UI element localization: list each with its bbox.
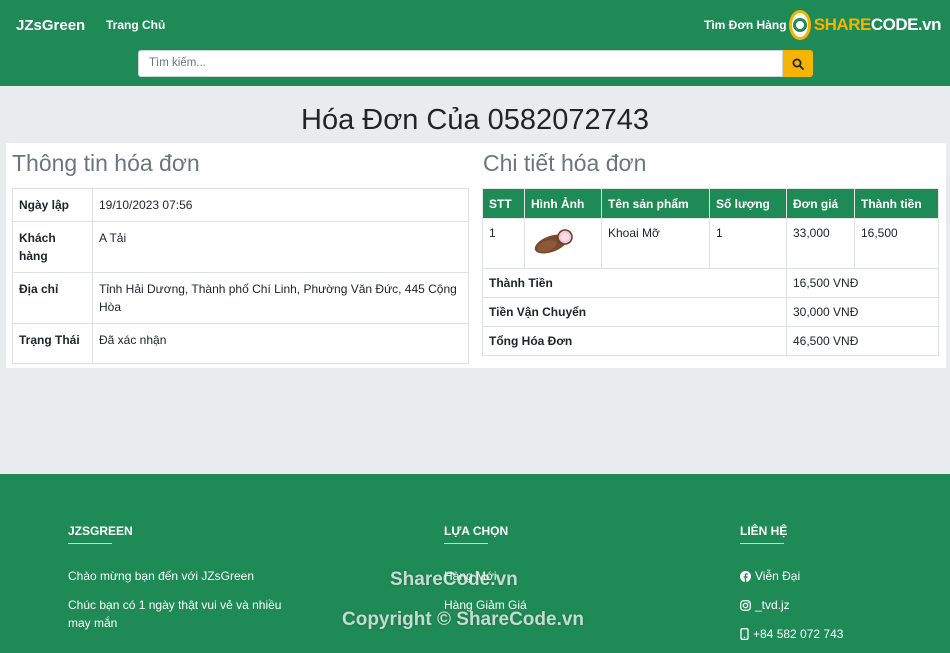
summary-value: 46,500 VNĐ [786, 326, 939, 356]
mobile-phone-icon [740, 628, 749, 640]
sharecode-logo-text: SHARECODE.vn [813, 15, 942, 34]
instagram-icon [740, 600, 751, 611]
summary-row-shipping: Tiền Vận Chuyển 30,000 VNĐ [482, 297, 939, 327]
search-button[interactable] [783, 50, 813, 77]
item-price: 33,000 [786, 218, 855, 269]
invoice-info-table: Ngày lập 19/10/2023 07:56 Khách hàng A T… [12, 188, 469, 364]
info-value: A Tải [92, 221, 469, 273]
item-name: Khoai Mỡ [601, 218, 710, 269]
item-image-cell [524, 218, 602, 269]
summary-label: Thành Tiền [482, 268, 787, 298]
info-row-status: Trạng Thái Đã xác nhận [12, 323, 469, 364]
info-label: Ngày lập [12, 188, 93, 222]
info-row-customer: Khách hàng A Tải [12, 221, 469, 273]
summary-value: 16,500 VNĐ [786, 268, 939, 298]
footer-divider [444, 543, 488, 544]
invoice-info-title: Thông tin hóa đơn [12, 150, 200, 176]
summary-row-subtotal: Thành Tiền 16,500 VNĐ [482, 268, 939, 298]
footer-wish-text: Chúc bạn có 1 ngày thật vui vẻ và nhiều … [68, 598, 282, 630]
facebook-icon [740, 571, 751, 582]
footer-divider [68, 543, 112, 544]
top-navbar: JZsGreen Trang Chủ Tìm Đơn Hàng SHARECOD… [0, 0, 950, 86]
summary-value: 30,000 VNĐ [786, 297, 939, 327]
col-header-name: Tên sản phẩm [601, 188, 710, 219]
summary-label: Tiền Vận Chuyển [482, 297, 787, 327]
invoice-detail-table: STT Hình Ảnh Tên sản phẩm Số lượng Đơn g… [482, 188, 939, 356]
footer-instagram-link[interactable]: _tvd.jz [740, 596, 790, 614]
footer-options-title: LỰA CHỌN [444, 524, 509, 538]
col-header-total: Thành tiền [854, 188, 939, 219]
detail-header-row: STT Hình Ảnh Tên sản phẩm Số lượng Đơn g… [482, 188, 939, 219]
info-label: Trạng Thái [12, 323, 93, 364]
footer-contact-title: LIÊN HỆ [740, 524, 788, 538]
sharecode-logo-icon [789, 10, 811, 40]
nav-find-orders-link[interactable]: Tìm Đơn Hàng [704, 18, 787, 32]
info-row-address: Địa chỉ Tỉnh Hải Dương, Thành phố Chí Li… [12, 272, 469, 324]
watermark-copyright: Copyright © ShareCode.vn [342, 609, 585, 630]
footer-phone-link[interactable]: +84 582 072 743 [740, 625, 843, 643]
info-label: Địa chỉ [12, 272, 93, 324]
info-value: Đã xác nhận [92, 323, 469, 364]
table-row: 1 Khoai Mỡ 1 33,000 16,500 [482, 218, 939, 269]
col-header-image: Hình Ảnh [524, 188, 602, 219]
info-row-date: Ngày lập 19/10/2023 07:56 [12, 188, 469, 222]
item-qty: 1 [709, 218, 787, 269]
summary-label: Tổng Hóa Đơn [482, 326, 787, 356]
item-total: 16,500 [854, 218, 939, 269]
info-label: Khách hàng [12, 221, 93, 273]
info-value: 19/10/2023 07:56 [92, 188, 469, 222]
search-icon [792, 58, 804, 70]
page-title: Hóa Đơn Của 0582072743 [301, 104, 649, 136]
footer-facebook-link[interactable]: Viễn Đại [740, 567, 800, 585]
footer-welcome-text: Chào mừng bạn đến với JZsGreen [68, 569, 254, 583]
invoice-detail-title: Chi tiết hóa đơn [483, 150, 647, 176]
search-input[interactable]: Tìm kiếm... [138, 50, 783, 77]
nav-home-link[interactable]: Trang Chủ [106, 18, 165, 32]
sharecode-logo: SHARECODE.vn [789, 10, 942, 40]
info-value: Tỉnh Hải Dương, Thành phố Chí Linh, Phườ… [92, 272, 469, 324]
summary-row-grand-total: Tổng Hóa Đơn 46,500 VNĐ [482, 326, 939, 356]
brand-link[interactable]: JZsGreen [16, 17, 85, 34]
watermark-sharecode: ShareCode.vn [390, 569, 518, 590]
footer-divider [740, 543, 784, 544]
footer-about-title: JZSGREEN [68, 524, 133, 538]
item-stt: 1 [482, 218, 525, 269]
col-header-price: Đơn giá [786, 188, 855, 219]
cassava-image [534, 229, 573, 254]
col-header-qty: Số lượng [709, 188, 787, 219]
col-header-stt: STT [482, 188, 525, 219]
